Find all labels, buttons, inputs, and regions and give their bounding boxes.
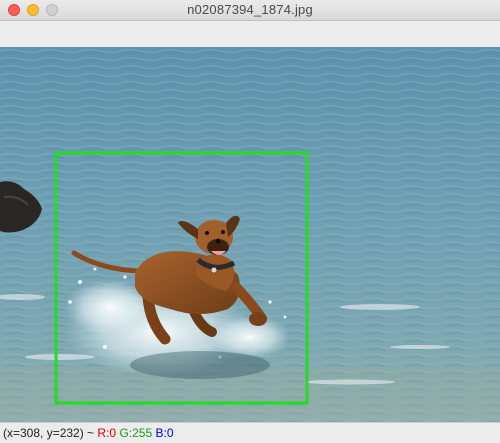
photo [0,47,500,422]
window-title: n02087394_1874.jpg [187,2,313,17]
image-canvas[interactable] [0,47,500,422]
title-bar: n02087394_1874.jpg [0,0,500,21]
pixel-green-value: G:255 [119,426,153,440]
cursor-coords: (x=308, y=232) ~ [3,426,95,440]
pixel-red-value: R:0 [97,426,117,440]
toolbar [0,21,500,48]
status-bar: (x=308, y=232) ~ R:0 G:255 B:0 [0,422,500,442]
pixel-blue-value: B:0 [155,426,174,440]
